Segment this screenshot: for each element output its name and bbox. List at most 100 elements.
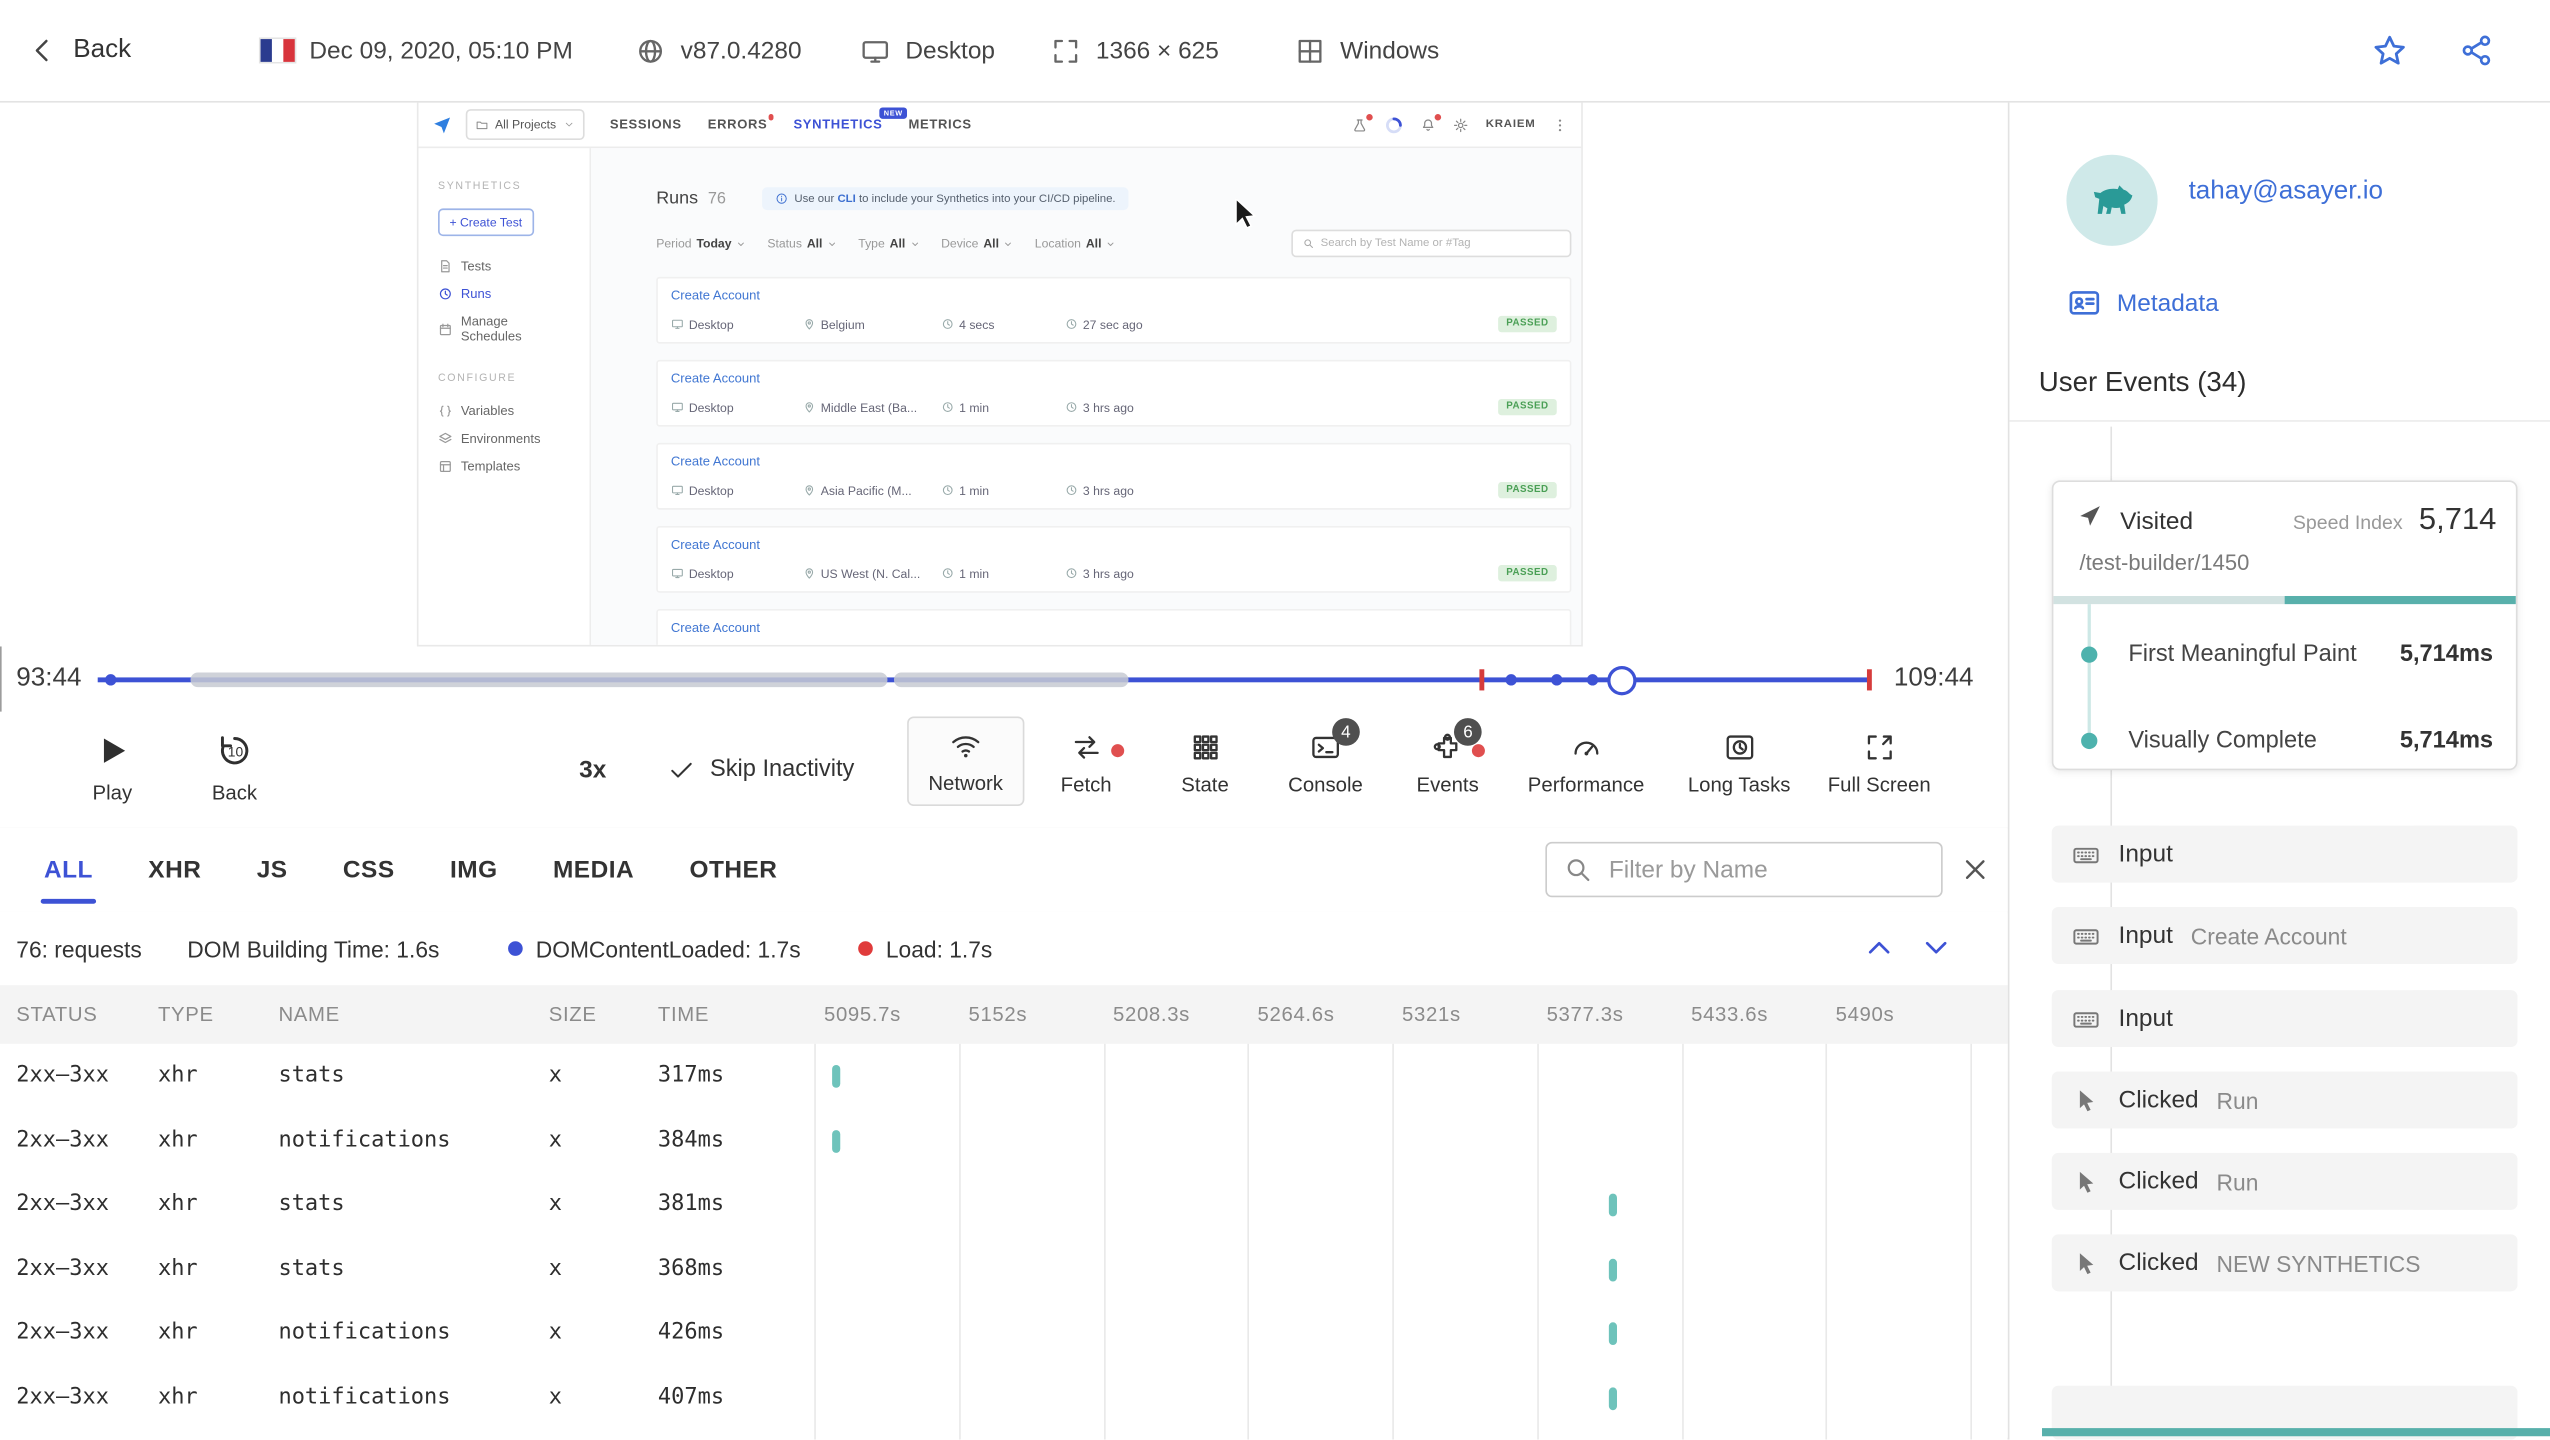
- event-card-input[interactable]: Input: [2051, 990, 2518, 1048]
- filter-location[interactable]: Location All: [1035, 236, 1116, 251]
- run-name-link[interactable]: Create Account: [671, 454, 1557, 469]
- jump-next-icon[interactable]: [1918, 930, 1954, 966]
- column-header-time[interactable]: TIME: [658, 985, 709, 1044]
- app-user-menu[interactable]: KRAIEM: [1486, 119, 1536, 130]
- filter-device[interactable]: Device All: [941, 236, 1014, 251]
- back-button[interactable]: Back: [26, 0, 131, 101]
- timeline-track[interactable]: [97, 646, 1881, 711]
- network-request-row[interactable]: 2xx–3xx xhr stats x 381ms: [0, 1172, 2008, 1236]
- panel-button-state[interactable]: State: [1181, 731, 1229, 796]
- waterfall-tick: [1608, 1193, 1617, 1217]
- app-tab-sessions[interactable]: SESSIONS: [610, 117, 682, 132]
- app-tab-metrics[interactable]: METRICS: [909, 117, 972, 132]
- run-list-item[interactable]: Create Account Desktop US West (N. Cal... 1…: [656, 525, 1572, 593]
- panel-button-long-tasks[interactable]: Long Tasks: [1688, 731, 1790, 796]
- speed-toggle[interactable]: 3x: [579, 756, 606, 784]
- event-card-input[interactable]: Input: [2051, 825, 2518, 883]
- net-tab-all[interactable]: ALL: [40, 827, 97, 912]
- column-header-status[interactable]: STATUS: [16, 985, 97, 1044]
- sidebar-item-variables[interactable]: Variables: [418, 397, 589, 425]
- request-time: 426ms: [657, 1319, 725, 1346]
- net-tab-js[interactable]: JS: [257, 827, 288, 912]
- visited-event-card[interactable]: Visited Speed Index 5,714 /test-builder/…: [2051, 480, 2518, 771]
- user-email[interactable]: tahay@asayer.io: [2189, 177, 2383, 206]
- waterfall-gridline: [1247, 1043, 1250, 1440]
- play-button[interactable]: Play: [93, 731, 132, 804]
- event-card-input-create-account[interactable]: Input Create Account: [2051, 907, 2518, 965]
- network-request-row[interactable]: 2xx–3xx xhr notifications x 384ms: [0, 1108, 2008, 1172]
- network-request-row[interactable]: 2xx–3xx xhr notifications x 407ms: [0, 1365, 2008, 1429]
- run-cell-label: 1 min: [959, 482, 989, 498]
- filter-input[interactable]: [1605, 854, 1937, 886]
- run-list-item[interactable]: Create Account Desktop Middle East (Ba... 1…: [656, 359, 1572, 427]
- column-header-name[interactable]: NAME: [278, 985, 339, 1044]
- event-card-clicked-run[interactable]: Clicked Run: [2051, 1152, 2518, 1210]
- red-dot: [858, 941, 873, 956]
- panel-button-full-screen[interactable]: Full Screen: [1828, 731, 1931, 796]
- keyboard-icon: [2071, 921, 2100, 950]
- waterfall-gridline: [1103, 1043, 1105, 1440]
- sidebar-item-templates[interactable]: Templates: [418, 453, 589, 481]
- metadata-button[interactable]: Metadata: [2066, 285, 2219, 321]
- network-request-row[interactable]: 2xx–3xx xhr stats x 317ms: [0, 1044, 2008, 1108]
- request-name: notifications: [278, 1383, 451, 1410]
- screen-resolution: 1366 × 625: [1050, 0, 1219, 101]
- skip-inactivity-toggle[interactable]: Skip Inactivity: [668, 756, 854, 784]
- app-tab-errors[interactable]: ERRORS: [708, 113, 774, 132]
- play-icon: [93, 731, 132, 770]
- panel-button-events[interactable]: 6 Events: [1417, 718, 1486, 796]
- sidebar-item-tests[interactable]: Tests: [418, 252, 589, 280]
- timeline-playhead[interactable]: [1607, 665, 1637, 695]
- app-tab-synthetics[interactable]: SYNTHETICS NEW: [793, 107, 907, 132]
- column-header-size[interactable]: SIZE: [549, 985, 597, 1044]
- share-button[interactable]: [2459, 0, 2495, 101]
- panel-button-network[interactable]: Network: [907, 716, 1025, 807]
- project-selector[interactable]: All Projects: [465, 109, 584, 141]
- net-tab-media[interactable]: MEDIA: [553, 827, 634, 912]
- run-name-link[interactable]: Create Account: [671, 288, 1557, 303]
- panel-button-fetch[interactable]: Fetch: [1061, 731, 1124, 796]
- runs-search-field[interactable]: Search by Test Name or #Tag: [1291, 229, 1572, 258]
- sidebar-item-runs[interactable]: Runs: [418, 280, 589, 308]
- run-list-item[interactable]: Create AccountDesktopPASSED: [656, 609, 1572, 645]
- next-card-speed-bar: [2042, 1428, 2550, 1437]
- filter-period[interactable]: Period Today: [656, 236, 746, 251]
- run-list-item[interactable]: Create Account Desktop Belgium 4 secs 27 sec…: [656, 276, 1572, 344]
- run-name-link[interactable]: Create Account: [671, 537, 1557, 552]
- network-request-row[interactable]: 2xx–3xx xhr notifications x 426ms: [0, 1301, 2008, 1365]
- event-card-clicked-new-synthetics[interactable]: Clicked NEW SYNTHETICS: [2051, 1234, 2518, 1292]
- column-header-type[interactable]: TYPE: [158, 985, 214, 1044]
- filter-type[interactable]: Type All: [858, 236, 920, 251]
- runs-list: Create Account Desktop Belgium 4 secs 27 sec…: [656, 276, 1572, 645]
- notifications-button[interactable]: [1421, 113, 1442, 132]
- waterfall-tick: [831, 1129, 840, 1153]
- replay-viewport: All Projects SESSIONS ERRORS SYNTHETICS NEW…: [0, 100, 2008, 647]
- run-name-link[interactable]: Create Account: [671, 371, 1557, 386]
- net-tab-css[interactable]: CSS: [343, 827, 395, 912]
- kebab-menu-icon[interactable]: [1552, 116, 1568, 132]
- filter-by-name-field[interactable]: [1545, 841, 1943, 898]
- waterfall-tick: [1608, 1322, 1617, 1346]
- panel-button-console[interactable]: 4 Console: [1288, 718, 1363, 796]
- run-cell-label: 3 hrs ago: [1082, 399, 1134, 415]
- filter-status[interactable]: Status All: [767, 236, 837, 251]
- sidebar-item-environments[interactable]: Environments: [418, 425, 589, 453]
- net-tab-other[interactable]: OTHER: [690, 827, 778, 912]
- run-name-link[interactable]: Create Account: [671, 620, 1557, 635]
- net-tab-xhr[interactable]: XHR: [148, 827, 201, 912]
- run-list-item[interactable]: Create Account Desktop Asia Pacific (M... 1…: [656, 442, 1572, 510]
- flask-button[interactable]: [1352, 113, 1374, 132]
- sidebar-item-manage-schedules[interactable]: Manage Schedules: [418, 308, 589, 350]
- panel-button-performance[interactable]: Performance: [1528, 731, 1644, 796]
- net-tab-img[interactable]: IMG: [450, 827, 498, 912]
- close-panel-icon[interactable]: [1959, 853, 1992, 886]
- cli-link[interactable]: CLI: [837, 193, 855, 204]
- visited-icon: [2076, 502, 2104, 530]
- back-10s-button[interactable]: 10 Back: [212, 731, 257, 804]
- settings-button[interactable]: [1453, 116, 1469, 132]
- event-card-clicked-run[interactable]: Clicked Run: [2051, 1071, 2518, 1129]
- network-request-row[interactable]: 2xx–3xx xhr stats x 368ms: [0, 1237, 2008, 1301]
- jump-prev-icon[interactable]: [1861, 930, 1897, 966]
- create-test-button[interactable]: + Create Test: [438, 208, 534, 237]
- favorite-button[interactable]: [2371, 0, 2408, 101]
